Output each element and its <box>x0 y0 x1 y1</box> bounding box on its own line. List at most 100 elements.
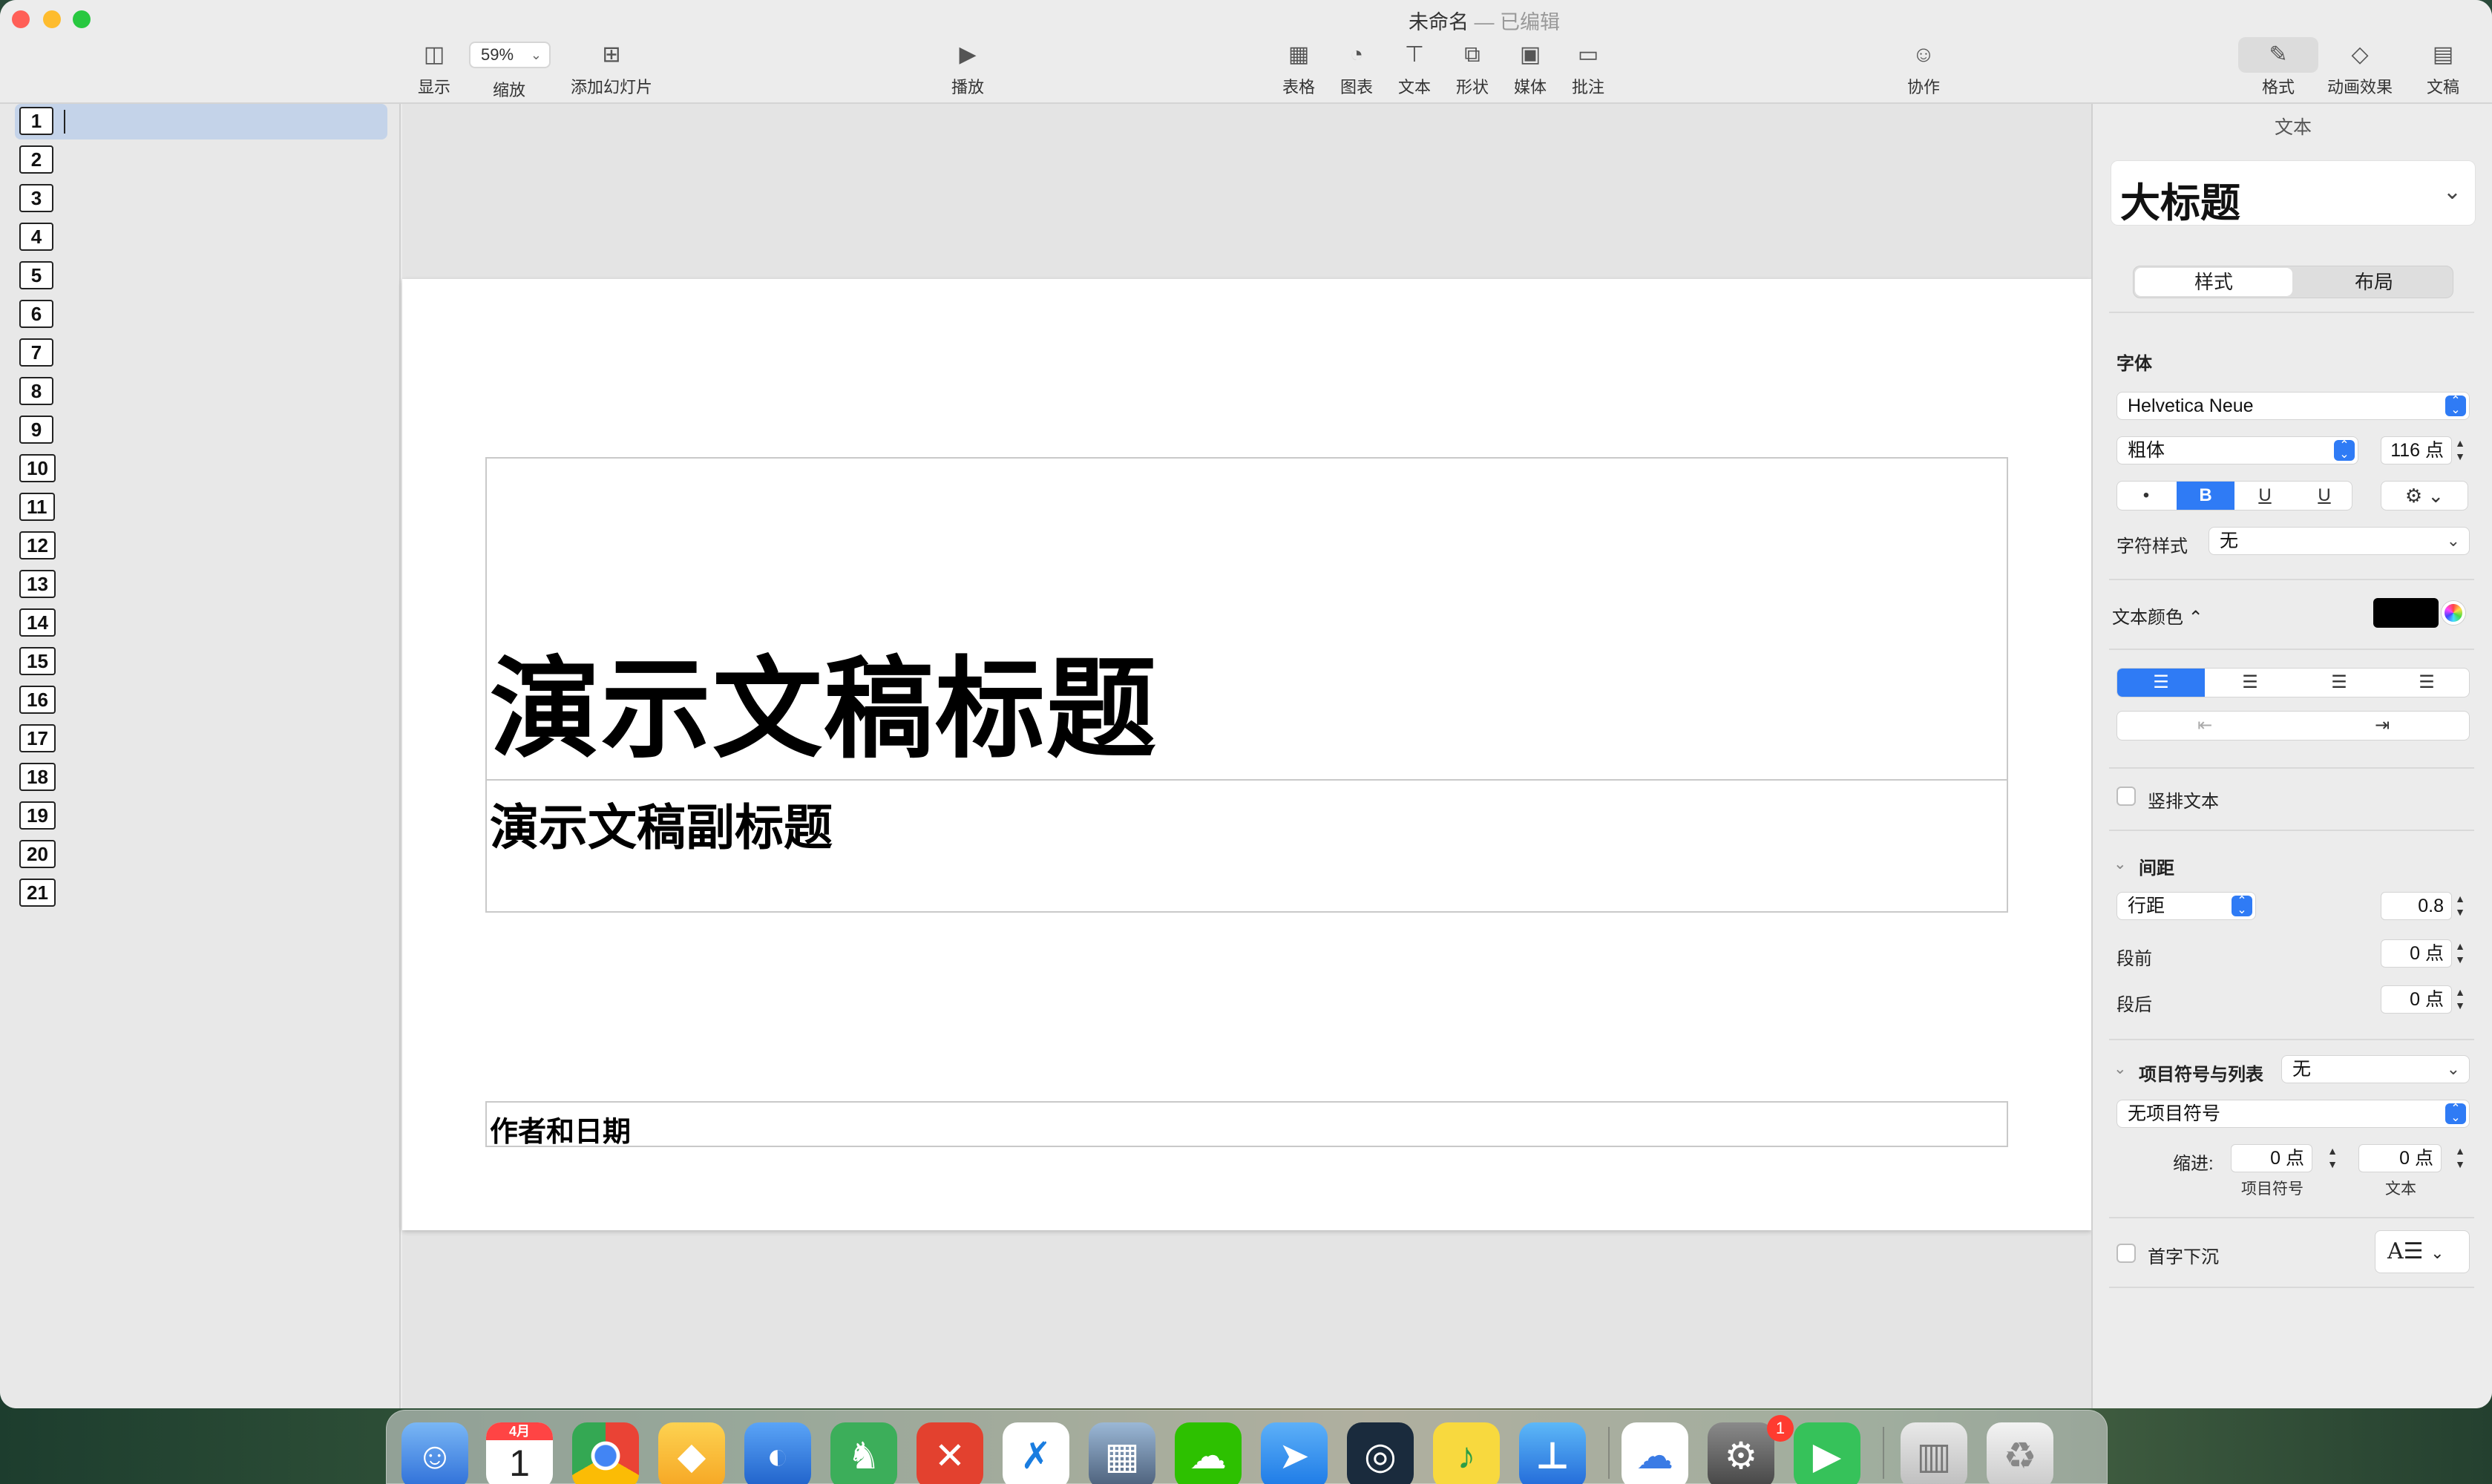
bold-button[interactable]: B <box>2177 482 2234 510</box>
char-style-select[interactable]: 无 ⌄ <box>2209 527 2470 555</box>
indent-text-stepper[interactable]: ▲ ▼ <box>2453 1144 2467 1172</box>
bullets-list-select[interactable]: 无 ⌄ <box>2281 1055 2470 1083</box>
slide-thumbnail-row[interactable]: 1 <box>15 104 387 139</box>
justify-icon[interactable]: ☰ <box>2383 669 2469 697</box>
slide[interactable]: 演示文稿标题 演示文稿副标题 作者和日期 <box>402 279 2091 1230</box>
slide-thumbnail-row[interactable]: 15 <box>15 644 387 680</box>
line-spacing-field[interactable]: 0.8 <box>2381 892 2452 920</box>
zoom-select[interactable]: 59% ⌄ <box>469 42 551 68</box>
paragraph-style-picker[interactable]: 大标题 ⌄ <box>2111 160 2476 226</box>
slide-footer[interactable]: 作者和日期 <box>490 1109 631 1149</box>
line-spacing-type-select[interactable]: 行距 ⌃ ⌄ <box>2116 892 2256 920</box>
slide-thumbnail-row[interactable]: 6 <box>15 297 387 332</box>
slide-thumbnail-row[interactable]: 3 <box>15 181 387 217</box>
play-button[interactable]: ▶ 播放 <box>950 42 986 98</box>
slide-title[interactable]: 演示文稿标题 <box>490 654 1158 764</box>
underline-button[interactable]: U <box>2236 482 2294 510</box>
subtitle-textbox[interactable]: 演示文稿副标题 <box>485 779 2008 913</box>
disclosure-chevron-icon[interactable]: ⌄ <box>2114 1060 2127 1078</box>
font-size-field[interactable]: 116 点 <box>2381 436 2452 464</box>
trash-icon[interactable]: ♻ <box>1987 1422 2053 1484</box>
xcode-icon[interactable]: ✗ <box>1003 1422 1069 1484</box>
quicktime-icon[interactable]: ◎ <box>1347 1422 1414 1484</box>
tab-layout[interactable]: 布局 <box>2294 266 2454 298</box>
increase-indent-icon[interactable]: ⇥ <box>2294 712 2469 740</box>
minimize-window-button[interactable] <box>43 10 61 28</box>
slide-thumbnail-row[interactable]: 11 <box>15 490 387 525</box>
title-textbox[interactable]: 演示文稿标题 <box>485 457 2008 781</box>
slide-thumbnail-row[interactable]: 14 <box>15 605 387 641</box>
sketch-icon[interactable]: ◆ <box>658 1422 725 1484</box>
shape-button[interactable]: ⧉ 形状 <box>1455 42 1490 98</box>
add-slide-button[interactable]: ⊞ 添加幻灯片 <box>565 42 658 98</box>
preview-icon[interactable]: ▦ <box>1089 1422 1155 1484</box>
media-button[interactable]: ▣ 媒体 <box>1512 42 1548 98</box>
slide-thumbnail-row[interactable]: 19 <box>15 798 387 834</box>
browser-icon[interactable]: ◐ <box>744 1422 811 1484</box>
tab-style[interactable]: 样式 <box>2135 268 2292 296</box>
text-button[interactable]: ⊤ 文本 <box>1397 42 1432 98</box>
view-button[interactable]: ◫ 显示 <box>414 42 454 98</box>
footer-textbox[interactable]: 作者和日期 <box>485 1101 2008 1149</box>
indent-bullet-stepper[interactable]: ▲ ▼ <box>2326 1144 2339 1172</box>
baidu-netdisk-icon[interactable]: ☁ <box>1622 1422 1688 1484</box>
font-family-select[interactable]: Helvetica Neue ⌃ ⌄ <box>2116 392 2470 420</box>
line-spacing-stepper[interactable]: ▲ ▼ <box>2453 892 2467 920</box>
color-wheel-icon[interactable] <box>2442 601 2465 625</box>
document-button[interactable]: ▤ 文稿 <box>2425 42 2461 98</box>
dropcap-style-select[interactable]: A☰ ⌄ <box>2375 1230 2470 1273</box>
indent-bullet-field[interactable]: 0 点 <box>2231 1144 2312 1172</box>
slide-thumbnail-row[interactable]: 18 <box>15 760 387 795</box>
chart-button[interactable]: ◔ 图表 <box>1339 42 1374 98</box>
advanced-options-button[interactable]: ⚙ ⌄ <box>2381 481 2468 510</box>
slide-thumbnail-row[interactable]: 13 <box>15 567 387 603</box>
calendar-icon[interactable]: 4月 1 <box>486 1422 553 1484</box>
bullet-style-button[interactable]: • <box>2117 482 2175 510</box>
slide-subtitle[interactable]: 演示文稿副标题 <box>490 788 833 859</box>
slide-thumbnail-row[interactable]: 4 <box>15 220 387 255</box>
space-before-stepper[interactable]: ▲ ▼ <box>2453 939 2467 968</box>
collaborate-button[interactable]: ☺ 协作 <box>1906 42 1941 98</box>
animate-button[interactable]: ◇ 动画效果 <box>2326 42 2394 98</box>
xmind-icon[interactable]: ✕ <box>917 1422 983 1484</box>
align-right-icon[interactable]: ☰ <box>2295 669 2383 697</box>
slide-thumbnail-row[interactable]: 12 <box>15 528 387 564</box>
chrome-icon[interactable] <box>572 1422 639 1484</box>
space-after-field[interactable]: 0 点 <box>2381 985 2452 1014</box>
bullet-type-select[interactable]: 无项目符号 ⌃ ⌄ <box>2116 1100 2470 1128</box>
space-before-field[interactable]: 0 点 <box>2381 939 2452 968</box>
slide-thumbnail-row[interactable]: 8 <box>15 374 387 410</box>
evernote-icon[interactable]: ♞ <box>830 1422 897 1484</box>
slide-thumbnail-row[interactable]: 5 <box>15 258 387 294</box>
slide-thumbnail-row[interactable]: 17 <box>15 721 387 757</box>
qq-music-icon[interactable]: ♪ <box>1433 1422 1500 1484</box>
slide-thumbnail-row[interactable]: 16 <box>15 683 387 718</box>
dingtalk-icon[interactable]: ➤ <box>1261 1422 1328 1484</box>
slide-thumbnail-row[interactable]: 21 <box>15 876 387 911</box>
wechat-icon[interactable]: ☁ <box>1175 1422 1242 1484</box>
slide-thumbnail-row[interactable]: 10 <box>15 451 387 487</box>
close-window-button[interactable] <box>12 10 30 28</box>
slide-thumbnail-row[interactable]: 2 <box>15 142 387 178</box>
vertical-text-checkbox[interactable] <box>2116 787 2136 806</box>
facetime-icon[interactable]: ▶ <box>1794 1422 1860 1484</box>
keynote-icon[interactable]: ⊥ <box>1519 1422 1586 1484</box>
strikethrough-button[interactable]: U <box>2295 482 2352 510</box>
zoom-window-button[interactable] <box>73 10 91 28</box>
space-after-stepper[interactable]: ▲ ▼ <box>2453 985 2467 1014</box>
dropcap-checkbox[interactable] <box>2116 1244 2136 1263</box>
comment-button[interactable]: ▭ 批注 <box>1570 42 1606 98</box>
slide-thumbnail-row[interactable]: 20 <box>15 837 387 873</box>
system-settings-icon[interactable]: ⚙ <box>1708 1422 1774 1484</box>
font-weight-select[interactable]: 粗体 ⌃ ⌄ <box>2116 436 2358 464</box>
table-button[interactable]: ▦ 表格 <box>1281 42 1317 98</box>
format-button[interactable]: ✎ 格式 <box>2260 42 2296 98</box>
font-size-stepper[interactable]: ▲ ▼ <box>2453 436 2467 464</box>
finder-icon[interactable]: ☺ <box>401 1422 468 1484</box>
align-left-icon[interactable]: ☰ <box>2117 669 2205 697</box>
align-center-icon[interactable]: ☰ <box>2206 669 2294 697</box>
slide-thumbnail-row[interactable]: 9 <box>15 413 387 448</box>
disclosure-chevron-icon[interactable]: ⌄ <box>2114 855 2127 873</box>
decrease-indent-icon[interactable]: ⇤ <box>2117 712 2292 740</box>
slide-thumbnail-row[interactable]: 7 <box>15 335 387 371</box>
